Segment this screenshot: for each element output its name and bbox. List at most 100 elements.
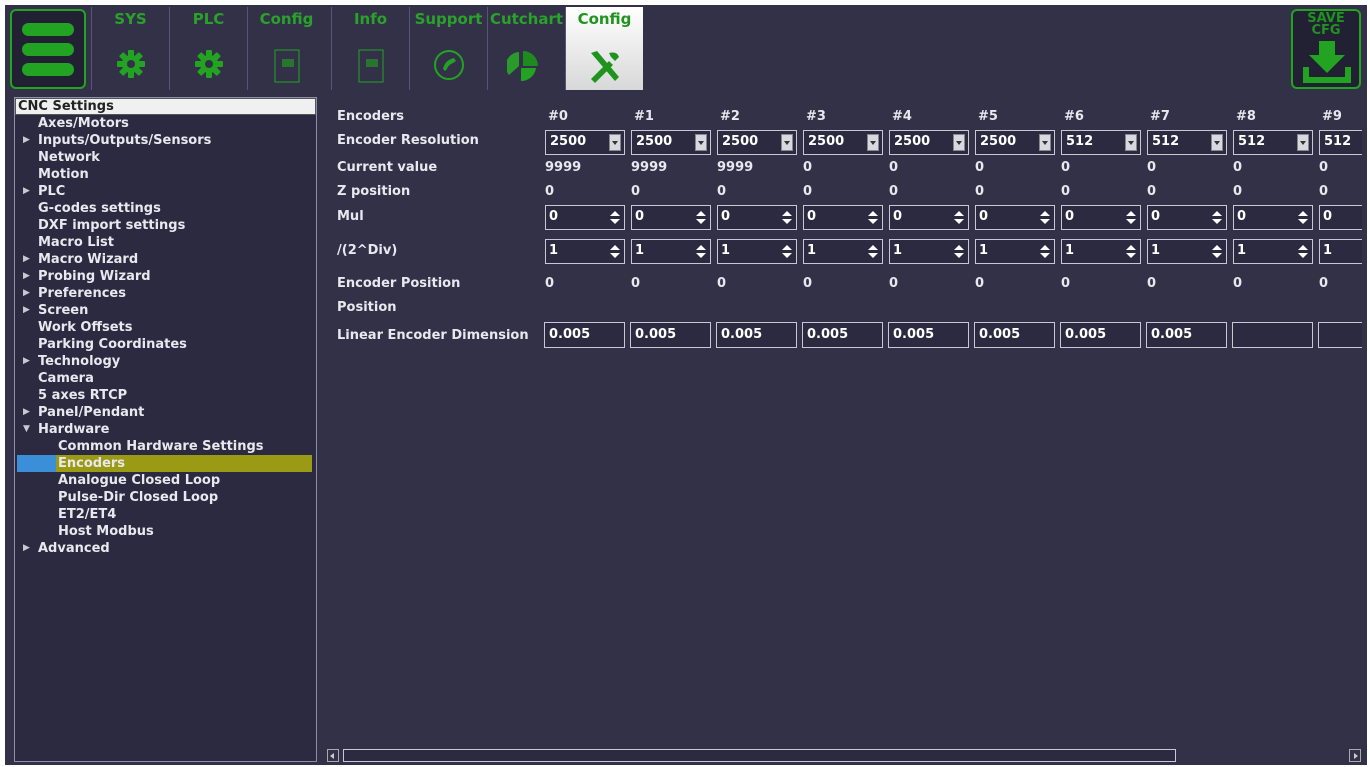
tree-item-encoders[interactable]: Encoders [17, 455, 312, 472]
mul-stepper[interactable]: 0 [1233, 205, 1313, 230]
tab-sys[interactable]: SYS [91, 7, 169, 90]
expand-arrow-icon[interactable]: ▶ [23, 285, 30, 302]
mul-stepper[interactable]: 0 [803, 205, 883, 230]
div-stepper[interactable]: 1 [545, 239, 625, 264]
expand-arrow-icon[interactable]: ▶ [23, 540, 30, 557]
div-stepper[interactable]: 1 [803, 239, 883, 264]
spin-down-icon[interactable] [1040, 219, 1050, 224]
encoder-resolution-select[interactable]: 2500 [803, 130, 883, 155]
linear-encoder-dimension-input[interactable]: 0.005 [1146, 322, 1227, 348]
spin-up-icon[interactable] [696, 245, 706, 250]
mul-stepper[interactable]: 0 [631, 205, 711, 230]
expand-arrow-icon[interactable]: ▶ [23, 183, 30, 200]
spin-up-icon[interactable] [610, 245, 620, 250]
spin-up-icon[interactable] [696, 211, 706, 216]
spin-up-icon[interactable] [954, 211, 964, 216]
div-stepper[interactable]: 1 [1319, 239, 1362, 264]
spin-up-icon[interactable] [1126, 211, 1136, 216]
spin-down-icon[interactable] [1126, 219, 1136, 224]
mul-stepper[interactable]: 0 [1061, 205, 1141, 230]
encoder-resolution-select[interactable]: 2500 [631, 130, 711, 155]
spin-up-icon[interactable] [868, 245, 878, 250]
tab-cutchart[interactable]: Cutchart [487, 7, 565, 90]
scroll-left-button[interactable] [327, 749, 339, 762]
expand-arrow-icon[interactable]: ▶ [23, 353, 30, 370]
dropdown-arrow-icon[interactable] [867, 134, 879, 151]
tab-support[interactable]: Support [409, 7, 487, 90]
tab-config[interactable]: Config [247, 7, 325, 90]
encoder-resolution-select[interactable]: 2500 [545, 130, 625, 155]
linear-encoder-dimension-input[interactable] [1318, 322, 1362, 348]
div-stepper[interactable]: 1 [1233, 239, 1313, 264]
main-menu-button[interactable] [10, 9, 86, 89]
spin-down-icon[interactable] [1040, 253, 1050, 258]
collapse-arrow-icon[interactable]: ▼ [23, 421, 30, 438]
settings-tree[interactable]: CNC Settings Axes/Motors ▶ Inputs/Outputs/… [14, 97, 317, 762]
mul-stepper[interactable]: 0 [975, 205, 1055, 230]
mul-stepper[interactable]: 0 [1147, 205, 1227, 230]
encoder-resolution-select[interactable]: 2500 [975, 130, 1055, 155]
expand-arrow-icon[interactable]: ▶ [23, 302, 30, 319]
spin-down-icon[interactable] [696, 253, 706, 258]
spin-down-icon[interactable] [782, 253, 792, 258]
spin-up-icon[interactable] [1212, 245, 1222, 250]
spin-up-icon[interactable] [1298, 211, 1308, 216]
expand-arrow-icon[interactable]: ▶ [23, 132, 30, 149]
tab-info[interactable]: Info [331, 7, 409, 90]
encoder-resolution-select[interactable]: 512 [1319, 130, 1362, 155]
spin-down-icon[interactable] [954, 253, 964, 258]
spin-down-icon[interactable] [610, 253, 620, 258]
encoder-resolution-select[interactable]: 512 [1233, 130, 1313, 155]
linear-encoder-dimension-input[interactable]: 0.005 [544, 322, 625, 348]
dropdown-arrow-icon[interactable] [1125, 134, 1137, 151]
spin-down-icon[interactable] [954, 219, 964, 224]
spin-down-icon[interactable] [610, 219, 620, 224]
dropdown-arrow-icon[interactable] [953, 134, 965, 151]
dropdown-arrow-icon[interactable] [695, 134, 707, 151]
div-stepper[interactable]: 1 [717, 239, 797, 264]
spin-up-icon[interactable] [868, 211, 878, 216]
tab-config-active[interactable]: Config [565, 7, 643, 90]
div-stepper[interactable]: 1 [889, 239, 969, 264]
linear-encoder-dimension-input[interactable] [1232, 322, 1313, 348]
scroll-right-button[interactable] [1349, 749, 1361, 762]
encoder-resolution-select[interactable]: 2500 [889, 130, 969, 155]
linear-encoder-dimension-input[interactable]: 0.005 [974, 322, 1055, 348]
spin-down-icon[interactable] [868, 253, 878, 258]
spin-up-icon[interactable] [1298, 245, 1308, 250]
mul-stepper[interactable]: 0 [545, 205, 625, 230]
linear-encoder-dimension-input[interactable]: 0.005 [1060, 322, 1141, 348]
expand-arrow-icon[interactable]: ▶ [23, 251, 30, 268]
linear-encoder-dimension-input[interactable]: 0.005 [716, 322, 797, 348]
spin-up-icon[interactable] [1040, 211, 1050, 216]
spin-down-icon[interactable] [782, 219, 792, 224]
linear-encoder-dimension-input[interactable]: 0.005 [630, 322, 711, 348]
encoder-resolution-select[interactable]: 2500 [717, 130, 797, 155]
tab-plc[interactable]: PLC [169, 7, 247, 90]
spin-up-icon[interactable] [782, 245, 792, 250]
scrollbar-thumb[interactable] [343, 749, 1176, 762]
encoder-resolution-select[interactable]: 512 [1061, 130, 1141, 155]
mul-stepper[interactable]: 0 [1319, 205, 1362, 230]
dropdown-arrow-icon[interactable] [1039, 134, 1051, 151]
spin-down-icon[interactable] [696, 219, 706, 224]
spin-up-icon[interactable] [1126, 245, 1136, 250]
spin-down-icon[interactable] [1298, 219, 1308, 224]
spin-down-icon[interactable] [1212, 253, 1222, 258]
spin-up-icon[interactable] [610, 211, 620, 216]
spin-up-icon[interactable] [782, 211, 792, 216]
spin-down-icon[interactable] [868, 219, 878, 224]
spin-down-icon[interactable] [1298, 253, 1308, 258]
spin-down-icon[interactable] [1126, 253, 1136, 258]
div-stepper[interactable]: 1 [1147, 239, 1227, 264]
mul-stepper[interactable]: 0 [889, 205, 969, 230]
div-stepper[interactable]: 1 [631, 239, 711, 264]
mul-stepper[interactable]: 0 [717, 205, 797, 230]
spin-up-icon[interactable] [954, 245, 964, 250]
expand-arrow-icon[interactable]: ▶ [23, 404, 30, 421]
div-stepper[interactable]: 1 [1061, 239, 1141, 264]
spin-up-icon[interactable] [1040, 245, 1050, 250]
spin-up-icon[interactable] [1212, 211, 1222, 216]
spin-down-icon[interactable] [1212, 219, 1222, 224]
save-config-button[interactable]: SAVE CFG [1291, 9, 1361, 89]
